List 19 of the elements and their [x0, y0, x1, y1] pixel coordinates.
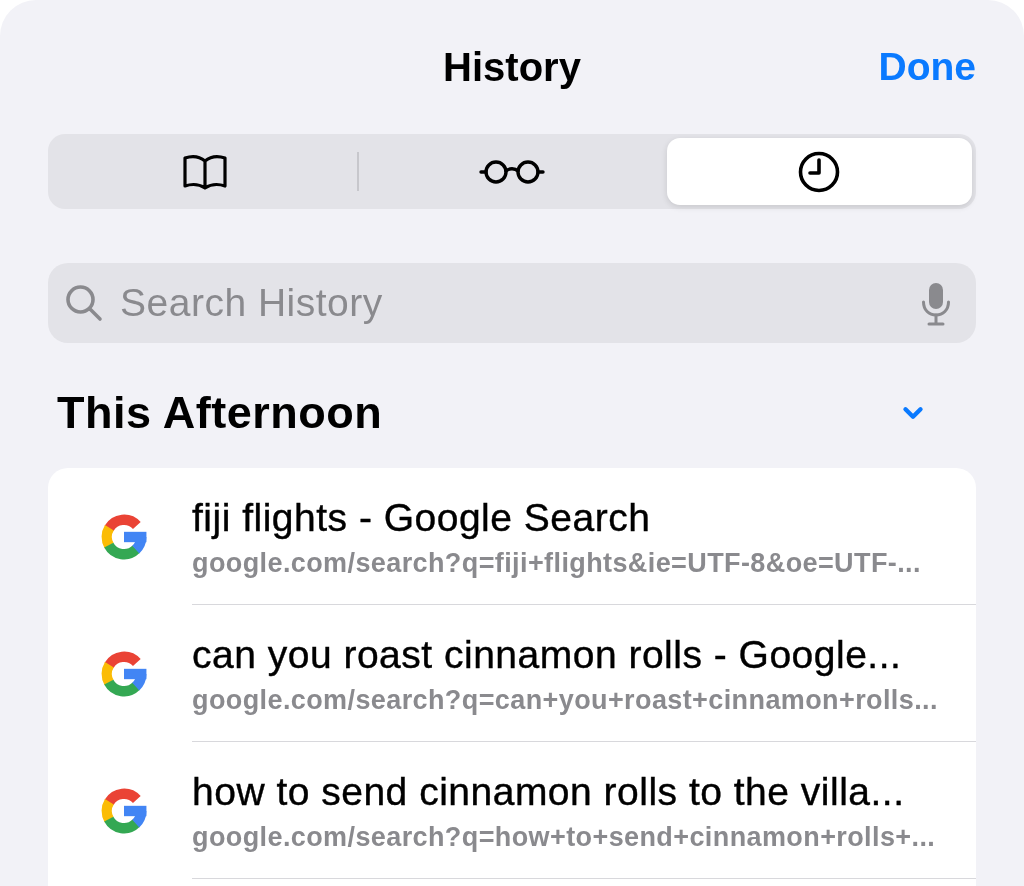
book-icon	[181, 152, 228, 191]
google-g-icon	[101, 650, 147, 697]
clock-icon	[798, 150, 841, 193]
history-item-title[interactable]: can you roast cinnamon rolls - Google...	[192, 635, 956, 675]
history-item-title[interactable]: how to send cinnamon rolls to the villa...	[192, 772, 956, 812]
google-g-icon	[101, 513, 147, 560]
search-field[interactable]: Search History	[48, 263, 976, 343]
history-item-url: google.com/search?q=can+you+roast+cinnamon+rolls...	[192, 685, 939, 715]
sheet-title: History	[443, 43, 581, 91]
section-heading: This Afternoon	[57, 387, 383, 439]
google-g-icon	[101, 787, 147, 834]
done-button[interactable]: Done	[878, 42, 976, 91]
segment-tab[interactable]	[666, 138, 972, 205]
history-item-url: google.com/search?q=fiji+flights&ie=UTF-8&oe=UTF-...	[192, 548, 922, 578]
history-item-title[interactable]: fiji flights - Google Search	[192, 498, 956, 538]
search-icon	[65, 284, 103, 322]
history-item-url: google.com/search?q=how+to+send+cinnamon+rolls+...	[192, 822, 937, 852]
microphone-icon[interactable]	[921, 282, 951, 326]
glasses-icon	[479, 158, 545, 185]
